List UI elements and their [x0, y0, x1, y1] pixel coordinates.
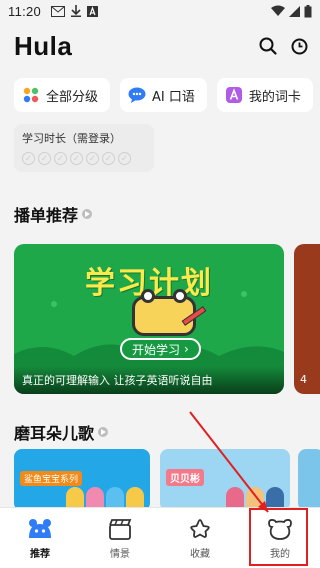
study-day-checks: ✓ ✓ ✓ ✓ ✓ ✓ ✓ [22, 152, 146, 165]
tab-label: 收藏 [190, 548, 210, 560]
letter-a-icon [225, 86, 243, 104]
song-card[interactable]: 贝贝彬 [160, 449, 290, 511]
status-bar: 11:20 [0, 0, 320, 22]
category-label: AI 口语 [152, 89, 195, 105]
signal-icon [289, 5, 300, 17]
notebook-mascot [132, 289, 207, 336]
star-icon [187, 517, 213, 541]
play-arrow-icon [82, 209, 93, 219]
mail-icon [51, 5, 66, 17]
study-time-label: 学习时长（需登录） [22, 132, 121, 145]
playlist-section-header[interactable]: 播单推荐 [14, 202, 93, 226]
category-my-word-cards[interactable]: 我的词卡 [216, 78, 313, 112]
day-check-icon: ✓ [102, 152, 115, 165]
tab-favorites[interactable]: 收藏 [160, 508, 240, 568]
study-time-card[interactable]: 学习时长（需登录） ✓ ✓ ✓ ✓ ✓ ✓ ✓ [14, 124, 154, 172]
status-system-icons [271, 4, 312, 18]
download-icon [71, 5, 82, 17]
song-tag: 贝贝彬 [166, 469, 204, 486]
tab-label: 推荐 [30, 548, 50, 560]
app-header: Hula [14, 30, 308, 62]
grid-icon [22, 86, 40, 104]
category-all-levels[interactable]: 全部分级 [14, 78, 111, 112]
chevron-right-icon: › [184, 342, 189, 356]
tab-recommend[interactable]: 推荐 [0, 508, 80, 568]
highlight-box [249, 508, 308, 566]
day-check-icon: ✓ [54, 152, 67, 165]
search-icon[interactable] [259, 37, 277, 55]
next-banner-caption: 4 [300, 373, 307, 386]
category-label: 我的词卡 [248, 89, 301, 105]
day-check-icon: ✓ [38, 152, 51, 165]
clapperboard-icon [107, 517, 133, 541]
start-study-button[interactable]: 开始学习 › [120, 338, 201, 360]
app-logo: Hula [14, 30, 73, 61]
wifi-icon [271, 5, 285, 16]
song-card[interactable]: 鲨鱼宝宝系列 [14, 449, 150, 511]
banner-caption: 真正的可理解输入 让孩子英语听说自由 [14, 366, 284, 394]
next-banner[interactable]: 4 [294, 244, 320, 394]
battery-icon [304, 4, 312, 17]
status-time: 11:20 [8, 3, 42, 19]
day-check-icon: ✓ [70, 152, 83, 165]
chat-bubble-icon [128, 86, 146, 104]
play-arrow-icon [98, 427, 109, 437]
category-chips: 全部分级 AI 口语 我的词卡 超值 [14, 78, 320, 112]
app-a-icon [87, 5, 99, 17]
clock-icon[interactable] [291, 38, 308, 55]
home-bear-icon [27, 517, 53, 541]
study-plan-banner[interactable]: 学习计划 开始学习 › 真正的可理解输入 让孩子英语听说自由 [14, 244, 284, 394]
category-ai-speaking[interactable]: AI 口语 [120, 78, 207, 112]
section-title: 播单推荐 [14, 206, 79, 225]
tab-label: 情景 [110, 548, 130, 560]
song-tag: 鲨鱼宝宝系列 [20, 471, 83, 486]
section-title: 磨耳朵儿歌 [14, 424, 95, 443]
song-card[interactable] [298, 449, 320, 511]
day-check-icon: ✓ [22, 152, 35, 165]
songs-section-header[interactable]: 磨耳朵儿歌 [14, 420, 109, 444]
tab-scenes[interactable]: 情景 [80, 508, 160, 568]
day-check-icon: ✓ [86, 152, 99, 165]
status-notification-icons [51, 5, 99, 17]
category-label: 全部分级 [46, 89, 99, 105]
day-check-icon: ✓ [118, 152, 131, 165]
